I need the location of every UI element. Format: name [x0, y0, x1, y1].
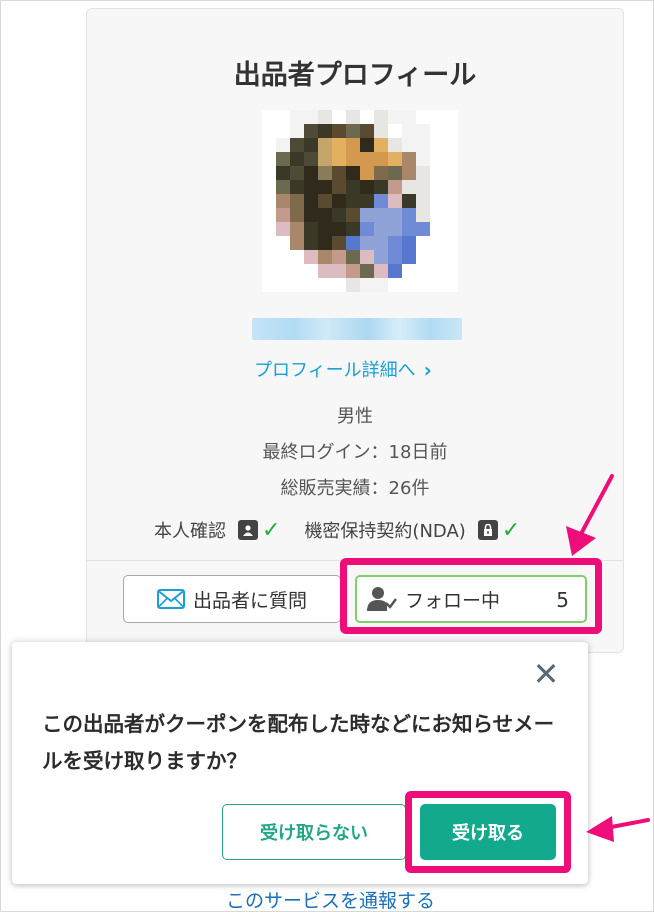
modal-message: この出品者がクーポンを配布した時などにお知らせメールを受け取りますか？ — [42, 712, 555, 773]
coupon-notification-modal: ✕ この出品者がクーポンを配布した時などにお知らせメールを受け取りますか？ 受け… — [12, 642, 588, 884]
accept-button[interactable]: 受け取る — [420, 804, 556, 860]
last-login: 最終ログイン：18日前 — [262, 442, 448, 463]
sales-record: 総販売実績：26件 — [280, 478, 430, 499]
chevron-right-icon: › — [423, 358, 432, 382]
ask-seller-button[interactable]: 出品者に質問 — [123, 575, 341, 623]
follow-button[interactable]: フォロー中 5 — [355, 575, 587, 623]
annotation-arrow-left — [586, 816, 650, 842]
user-check-icon — [367, 587, 397, 611]
nda-label: 機密保持契約(NDA) — [304, 521, 466, 542]
lock-icon — [477, 520, 498, 540]
verification-row: 本人確認 ✓ 機密保持契約(NDA) ✓ — [154, 516, 544, 544]
check-icon: ✓ — [262, 517, 281, 543]
close-icon[interactable]: ✕ — [532, 658, 560, 690]
check-icon: ✓ — [501, 517, 521, 543]
profile-detail-link-label: プロフィール詳細へ — [254, 360, 416, 381]
seller-avatar — [262, 110, 458, 294]
seller-name-blurred[interactable] — [252, 318, 462, 340]
id-card-icon — [238, 520, 258, 540]
annotation-arrow-down — [566, 474, 614, 556]
seller-gender: 男性 — [337, 406, 373, 427]
profile-detail-link[interactable]: プロフィール詳細へ › — [254, 356, 474, 382]
card-title: 出品者プロフィール — [233, 60, 477, 91]
identity-verified-label: 本人確認 — [154, 521, 226, 542]
ask-seller-label: 出品者に質問 — [192, 589, 307, 612]
follow-label: フォロー中 — [405, 589, 501, 612]
follow-count: 5 — [556, 588, 569, 612]
decline-button[interactable]: 受け取らない — [222, 804, 406, 860]
report-service-link[interactable]: このサービスを通報する — [226, 886, 486, 912]
mail-icon — [156, 589, 185, 609]
